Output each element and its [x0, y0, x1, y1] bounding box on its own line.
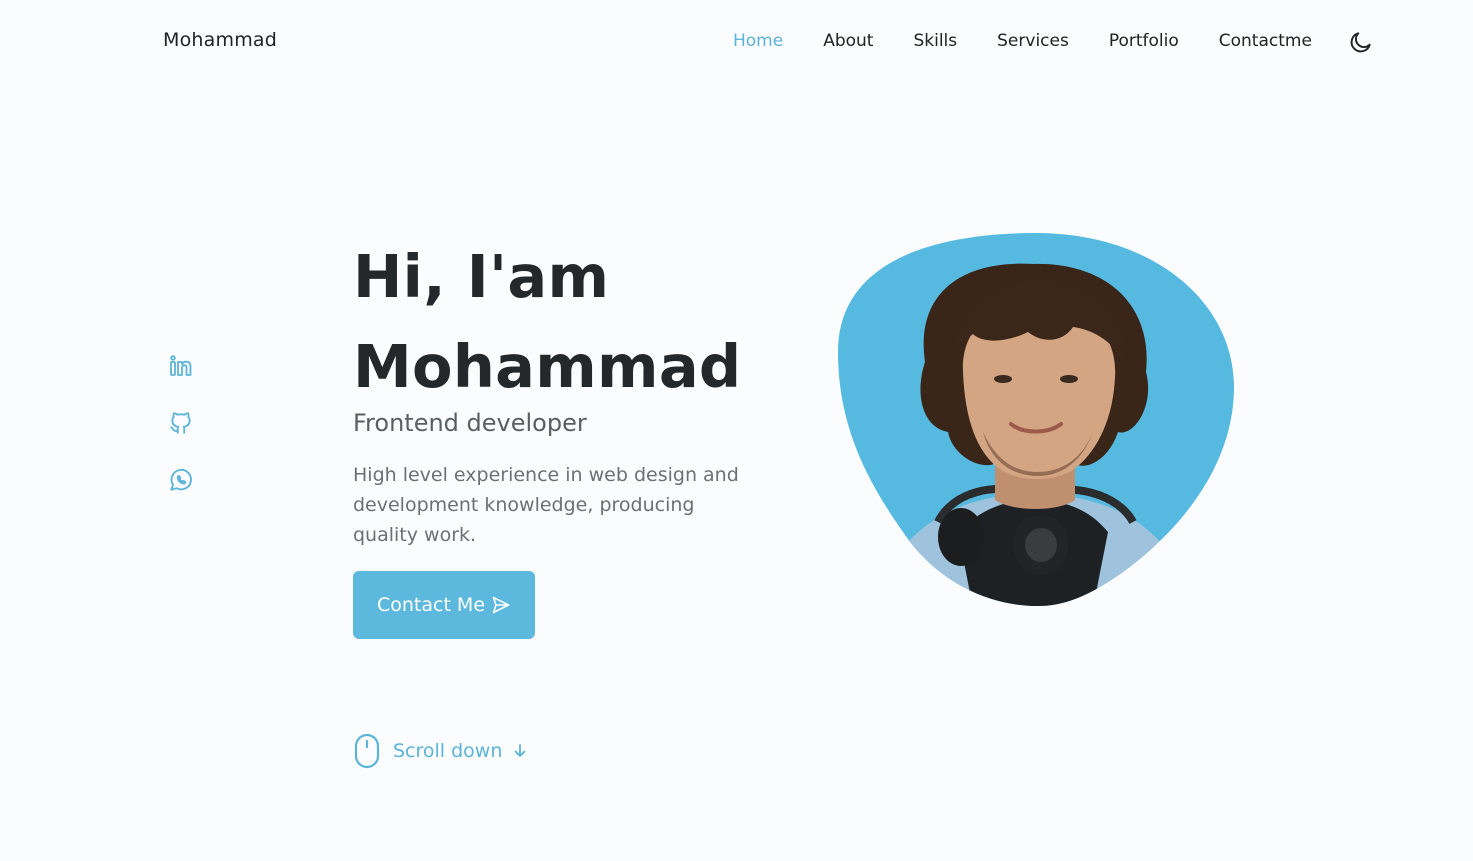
hero-title-line2: Mohammad [353, 332, 742, 401]
moon-icon [1350, 32, 1371, 53]
nav-skills[interactable]: Skills [913, 31, 957, 51]
whatsapp-icon [170, 468, 192, 491]
nav-home[interactable]: Home [733, 31, 783, 51]
nav-contactme[interactable]: Contactme [1219, 31, 1312, 51]
nav-about[interactable]: About [823, 31, 873, 51]
profile-blob [838, 232, 1234, 607]
hero-title-line1: Hi, I'am [353, 242, 610, 311]
whatsapp-link[interactable] [168, 467, 194, 493]
scroll-down-label: Scroll down [393, 740, 503, 762]
mouse-icon [354, 733, 380, 769]
hero-description: High level experience in web design and … [353, 464, 739, 546]
send-icon [492, 596, 510, 614]
theme-toggle-button[interactable] [1348, 29, 1374, 55]
scroll-down-link[interactable]: Scroll down [353, 733, 528, 769]
site-header: Mohammad Home About Skills Services Port… [0, 0, 1473, 84]
nav-portfolio[interactable]: Portfolio [1109, 31, 1179, 51]
github-icon [170, 412, 191, 434]
main-nav: Home About Skills Services Portfolio Con… [733, 31, 1352, 51]
github-link[interactable] [168, 410, 194, 436]
hero-subtitle: Frontend developer [353, 409, 587, 437]
contact-me-label: Contact Me [376, 594, 486, 616]
social-links [168, 353, 194, 524]
contact-me-button[interactable]: Contact Me [353, 571, 535, 639]
logo[interactable]: Mohammad [163, 29, 277, 51]
nav-services[interactable]: Services [997, 31, 1069, 51]
hero-title: Hi, I'am Mohammad [353, 232, 741, 412]
arrow-down-icon [514, 744, 526, 757]
linkedin-link[interactable] [168, 353, 194, 379]
profile-image [833, 232, 1235, 608]
linkedin-icon [170, 355, 192, 376]
